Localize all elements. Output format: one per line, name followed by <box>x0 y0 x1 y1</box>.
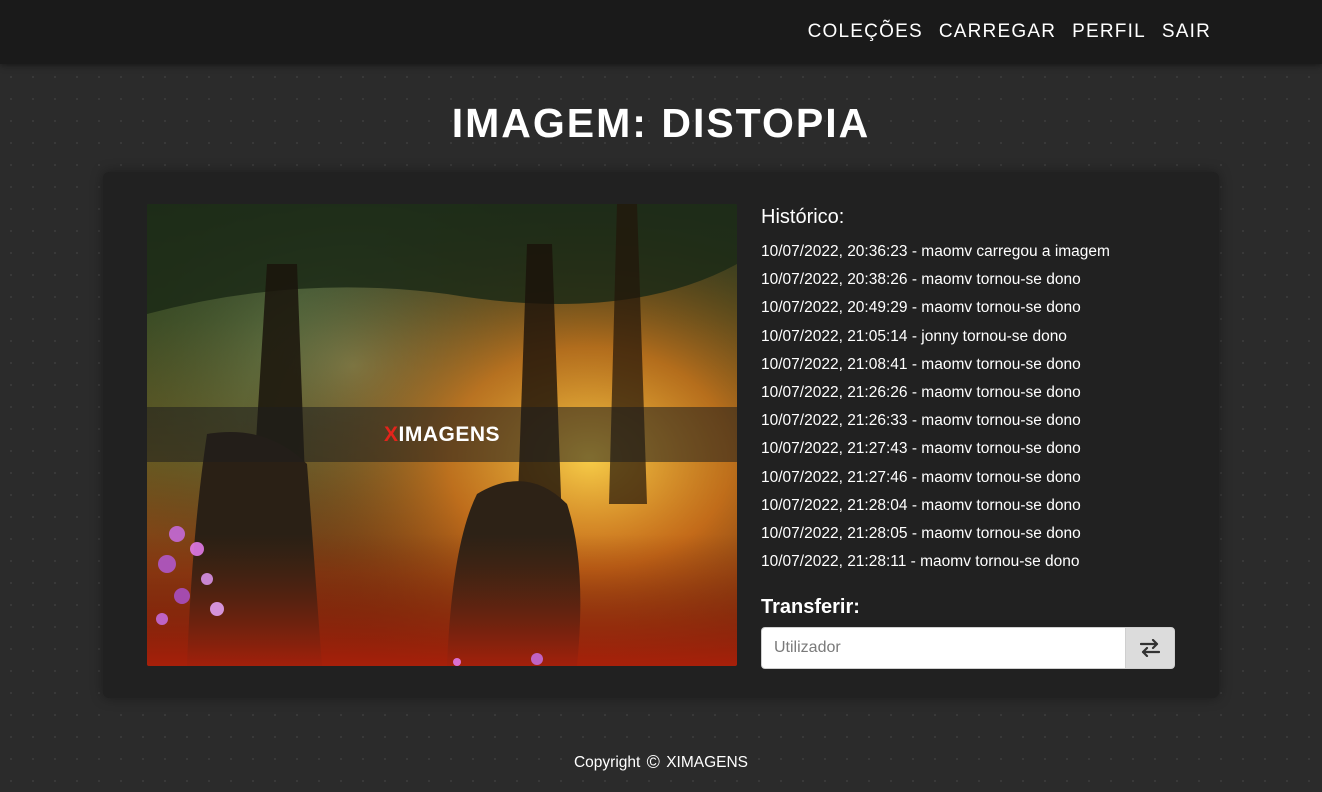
image-preview: XIMAGENS <box>147 204 737 666</box>
history-title: Histórico: <box>761 206 845 228</box>
nav-link-perfil[interactable]: PERFIL <box>1072 21 1146 43</box>
watermark-band: XIMAGENS <box>147 407 737 462</box>
nav-link-carregar[interactable]: CARREGAR <box>939 21 1056 43</box>
image-info-panel: Histórico: 10/07/2022, 20:36:23 - maomv … <box>761 204 1175 670</box>
footer-brand: XIMAGENS <box>666 754 749 771</box>
watermark-logo: XIMAGENS <box>383 422 501 446</box>
history-entry: 10/07/2022, 21:26:26 - maomv tornou-se d… <box>761 384 1081 402</box>
history-entry: 10/07/2022, 21:27:43 - maomv tornou-se d… <box>761 440 1081 458</box>
history-entry: 10/07/2022, 20:36:23 - maomv carregou a … <box>761 243 1110 260</box>
history-entry: 10/07/2022, 21:27:46 - maomv tornou-se d… <box>761 468 1081 486</box>
nav-link-sair[interactable]: SAIR <box>1162 21 1211 43</box>
history-entry: 10/07/2022, 21:08:41 - maomv tornou-se d… <box>761 355 1081 373</box>
history-entry: 10/07/2022, 21:05:14 - jonny tornou-se d… <box>761 327 1067 345</box>
history-entry: 10/07/2022, 20:49:29 - maomv tornou-se d… <box>761 299 1081 317</box>
history-entry: 10/07/2022, 21:28:05 - maomv tornou-se d… <box>761 525 1081 543</box>
navbar: COLEÇÕES CARREGAR PERFIL SAIR <box>0 0 1322 64</box>
copyright-icon: © <box>646 752 660 772</box>
swap-arrows-icon <box>1140 639 1160 658</box>
history-list: 10/07/2022, 20:36:23 - maomv carregou a … <box>761 238 1175 576</box>
nav-link-colecoes[interactable]: COLEÇÕES <box>808 21 923 43</box>
page-title: IMAGEM: DISTOPIA <box>451 100 871 146</box>
history-entry: 10/07/2022, 21:26:33 - maomv tornou-se d… <box>761 412 1081 430</box>
history-entry: 10/07/2022, 20:38:26 - maomv tornou-se d… <box>761 271 1081 289</box>
nav-links: COLEÇÕES CARREGAR PERFIL SAIR <box>808 0 1211 64</box>
transfer-form <box>761 627 1175 670</box>
footer: Copyright © XIMAGENS <box>0 752 1322 773</box>
copyright-text: Copyright <box>573 754 641 771</box>
image-detail-card: XIMAGENS Histórico: 10/07/2022, 20:36:23… <box>103 172 1219 698</box>
history-entry: 10/07/2022, 21:28:11 - maomv tornou-se d… <box>761 553 1080 571</box>
transfer-title: Transferir: <box>761 596 860 619</box>
username-input[interactable] <box>761 627 1125 670</box>
history-entry: 10/07/2022, 21:28:04 - maomv tornou-se d… <box>761 496 1081 514</box>
transfer-button[interactable] <box>1125 627 1175 670</box>
